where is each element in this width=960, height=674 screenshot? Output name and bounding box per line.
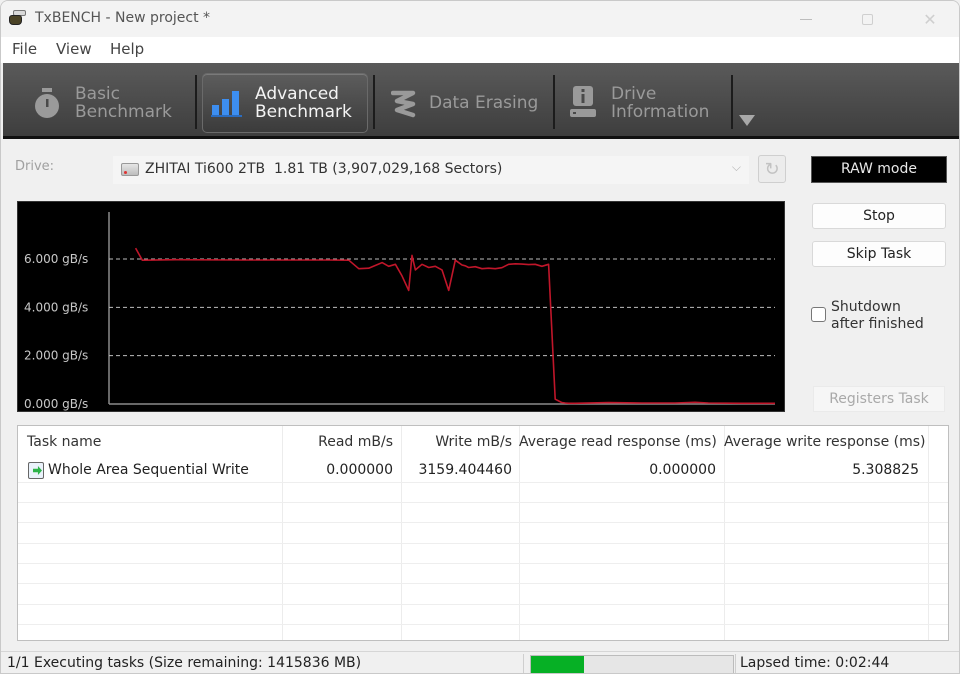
window-title: TxBENCH - New project * bbox=[35, 10, 211, 26]
registers-task-button[interactable]: Registers Task bbox=[813, 386, 945, 412]
tab-separator bbox=[373, 75, 375, 129]
column-header-avg-read[interactable]: Average read response (ms) bbox=[519, 426, 717, 458]
row-divider bbox=[18, 522, 948, 523]
cell-read: 0.000000 bbox=[326, 462, 393, 478]
minimize-button[interactable] bbox=[783, 5, 829, 33]
chevron-down-icon: ⌵ bbox=[731, 160, 741, 174]
y-tick-label: 2.000 gB/s bbox=[24, 349, 88, 363]
raw-mode-indicator[interactable]: RAW mode bbox=[811, 156, 947, 183]
cell-avg-read: 0.000000 bbox=[649, 462, 716, 478]
row-divider bbox=[18, 583, 948, 584]
progress-bar-fill bbox=[531, 656, 584, 673]
tab-label-line1: Basic bbox=[75, 84, 121, 104]
close-icon: ✕ bbox=[923, 9, 937, 29]
eraser-zigzag-icon bbox=[391, 90, 416, 118]
drive-label: Drive: bbox=[15, 159, 55, 174]
cell-avg-write: 5.308825 bbox=[852, 462, 919, 478]
task-table: Task name Read mB/s Write mB/s Average r… bbox=[17, 425, 949, 641]
status-bar: 1/1 Executing tasks (Size remaining: 141… bbox=[1, 651, 959, 673]
cell-task-name: Whole Area Sequential Write bbox=[48, 462, 249, 478]
menu-bar: File View Help bbox=[1, 37, 959, 63]
tab-label-line1: Advanced bbox=[255, 84, 339, 104]
drive-select[interactable]: ZHITAI Ti600 2TB 1.81 TB (3,907,029,168 … bbox=[113, 156, 749, 184]
txbench-app-icon bbox=[9, 10, 27, 26]
tab-label-line2: Information bbox=[611, 102, 710, 122]
column-header-task-name[interactable]: Task name bbox=[27, 426, 101, 458]
drive-select-value: ZHITAI Ti600 2TB 1.81 TB (3,907,029,168 … bbox=[145, 161, 503, 177]
app-window: TxBENCH - New project * ✕ File View Help… bbox=[0, 0, 960, 674]
tab-separator bbox=[195, 75, 197, 129]
main-toolbar: Basic Benchmark Advanced Benchmark Data … bbox=[3, 63, 959, 139]
refresh-drives-button[interactable]: ↻ bbox=[758, 155, 786, 183]
menu-help[interactable]: Help bbox=[110, 40, 144, 58]
column-header-avg-write[interactable]: Average write response (ms) bbox=[724, 426, 925, 458]
maximize-icon bbox=[861, 13, 873, 25]
task-write-icon bbox=[28, 462, 44, 479]
lapsed-time: Lapsed time: 0:02:44 bbox=[740, 655, 890, 671]
y-tick-label: 0.000 gB/s bbox=[24, 397, 88, 411]
menu-file[interactable]: File bbox=[12, 40, 37, 58]
checkbox-box[interactable] bbox=[811, 307, 826, 322]
y-tick-label: 4.000 gB/s bbox=[24, 300, 88, 314]
skip-task-button[interactable]: Skip Task bbox=[812, 241, 946, 267]
cell-write: 3159.404460 bbox=[418, 462, 512, 478]
tab-basic-benchmark[interactable]: Basic Benchmark bbox=[25, 73, 193, 133]
speed-chart-svg: 0.000 gB/s 2.000 gB/s 4.000 gB/s 6.000 gB/s bbox=[24, 212, 775, 411]
row-divider bbox=[18, 482, 948, 483]
speed-chart: 0.000 gB/s 2.000 gB/s 4.000 gB/s 6.000 gB/s bbox=[17, 201, 785, 412]
stopwatch-icon bbox=[35, 88, 59, 118]
tab-drive-information[interactable]: Drive Information bbox=[561, 73, 731, 133]
progress-bar bbox=[530, 655, 734, 673]
series-line-write-speed bbox=[134, 247, 775, 405]
row-divider bbox=[18, 543, 948, 544]
minimize-icon bbox=[800, 18, 812, 20]
tab-label-line1: Drive bbox=[611, 84, 657, 104]
tab-separator bbox=[553, 75, 555, 129]
row-divider bbox=[18, 624, 948, 625]
y-tick-label: 6.000 gB/s bbox=[24, 252, 88, 266]
status-separator bbox=[735, 654, 736, 673]
tab-label-line2: Benchmark bbox=[75, 102, 172, 122]
tab-label-line2: Benchmark bbox=[255, 102, 352, 122]
row-divider bbox=[18, 604, 948, 605]
tab-data-erasing[interactable]: Data Erasing bbox=[381, 73, 551, 133]
tab-advanced-benchmark[interactable]: Advanced Benchmark bbox=[202, 73, 368, 133]
tab-separator bbox=[731, 75, 733, 129]
bar-chart-icon bbox=[211, 91, 242, 117]
tab-label-line1: Data Erasing bbox=[429, 93, 539, 113]
more-tabs-dropdown-icon[interactable] bbox=[739, 115, 755, 126]
refresh-icon: ↻ bbox=[764, 158, 780, 180]
column-header-read[interactable]: Read mB/s bbox=[282, 426, 393, 458]
close-button[interactable]: ✕ bbox=[907, 5, 953, 33]
status-text: 1/1 Executing tasks (Size remaining: 141… bbox=[7, 655, 362, 671]
column-header-write[interactable]: Write mB/s bbox=[401, 426, 512, 458]
menu-view[interactable]: View bbox=[56, 40, 92, 58]
title-bar[interactable]: TxBENCH - New project * ✕ bbox=[1, 1, 959, 37]
checkbox-label-line1: Shutdown bbox=[831, 299, 901, 315]
shutdown-after-finished-checkbox[interactable]: Shutdown after finished bbox=[811, 299, 951, 335]
row-divider bbox=[18, 502, 948, 503]
drive-info-icon bbox=[570, 86, 596, 117]
row-divider bbox=[18, 563, 948, 564]
hard-drive-icon bbox=[121, 163, 139, 176]
status-separator bbox=[523, 654, 524, 673]
checkbox-label-line2: after finished bbox=[831, 316, 924, 332]
stop-button[interactable]: Stop bbox=[812, 203, 946, 229]
maximize-button[interactable] bbox=[844, 5, 890, 33]
column-divider bbox=[928, 426, 929, 640]
